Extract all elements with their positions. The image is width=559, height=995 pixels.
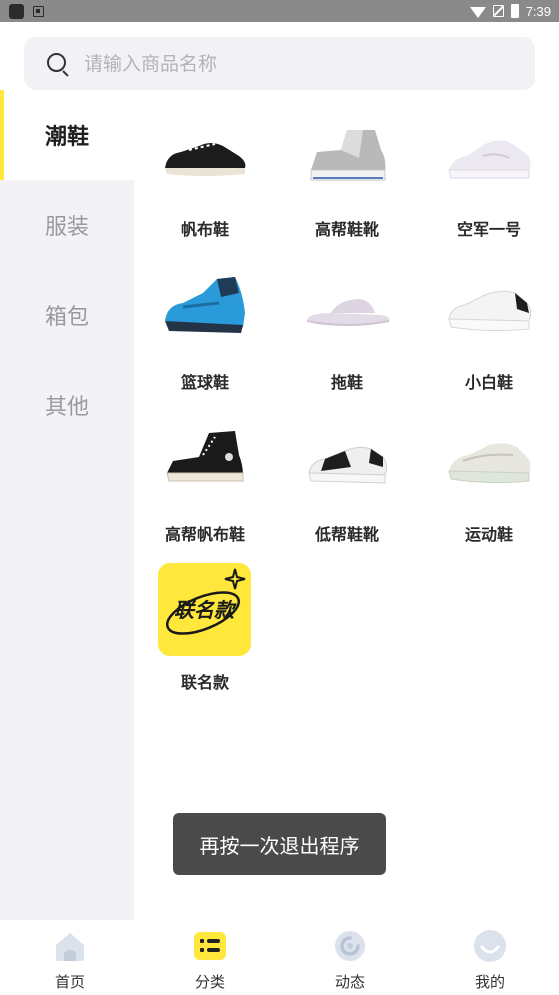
sidebar-item-label: 箱包 [44,305,89,330]
active-indicator [0,90,4,180]
product-white-sneakers[interactable]: 小白鞋 [418,263,558,403]
high-top-canvas-icon [166,431,244,482]
product-label: 低帮鞋靴 [314,525,379,544]
product-collab[interactable]: 联名款 联名款 [134,563,274,703]
app-notification-icon [9,4,24,19]
nav-label: 动态 [334,973,365,991]
keyboard-notification-icon [33,6,44,17]
white-sneaker-icon [448,290,532,332]
running-shoe-icon [448,443,531,484]
nav-category[interactable]: 分类 [140,920,280,995]
sidebar-item-clothing[interactable]: 服装 [0,180,134,270]
product-label: 高帮帆布鞋 [164,525,245,544]
no-sim-icon [492,5,504,17]
product-slippers[interactable]: 拖鞋 [276,263,416,403]
sidebar-item-bags[interactable]: 箱包 [0,270,134,360]
category-icon [194,932,226,960]
search-input[interactable] [84,52,484,75]
status-time: 7:39 [525,3,551,19]
air-force-one-icon [448,140,531,179]
status-indicators: 7:39 [469,0,551,22]
nav-label: 首页 [54,973,85,991]
product-high-top-sneakers[interactable]: 高帮鞋靴 [276,110,416,250]
sidebar-item-label: 服装 [44,215,89,240]
collab-logo-text: 联名款 [174,598,237,622]
battery-icon [510,4,519,18]
product-label: 拖鞋 [330,373,363,392]
product-canvas-shoes[interactable]: 帆布鞋 [134,110,274,250]
product-label: 高帮鞋靴 [314,220,379,239]
product-label: 篮球鞋 [180,373,229,392]
status-bar: 7:39 [0,0,559,22]
search-icon [46,52,70,77]
feed-icon [335,931,365,961]
low-top-sneaker-icon [308,446,388,484]
category-sidebar: 潮鞋 服装 箱包 其他 [0,90,134,920]
product-basketball-shoes[interactable]: 篮球鞋 [134,263,274,403]
wifi-icon [469,6,486,18]
bottom-nav: 首页 分类 动态 我的 [0,920,559,995]
exit-toast: 再按一次退出程序 [173,813,386,875]
product-air-force-one[interactable]: 空军一号 [418,110,558,250]
sidebar-item-label: 其他 [44,395,89,420]
high-top-sneaker-icon [310,130,386,181]
nav-label: 我的 [474,973,505,991]
slipper-icon [306,299,390,326]
collab-logo: 联名款 [158,563,251,656]
nav-feed[interactable]: 动态 [280,920,420,995]
product-label: 运动鞋 [464,525,513,544]
product-label: 空军一号 [456,220,521,239]
sidebar-item-label: 潮鞋 [44,125,89,150]
nav-profile[interactable]: 我的 [420,920,559,995]
product-running-shoes[interactable]: 运动鞋 [418,415,558,555]
nav-label: 分类 [194,973,225,991]
profile-icon [474,930,506,962]
nav-home[interactable]: 首页 [0,920,140,995]
sidebar-item-other[interactable]: 其他 [0,360,134,450]
home-icon [56,933,84,961]
product-label: 联名款 [180,673,229,692]
search-bar[interactable] [24,37,535,90]
product-label: 帆布鞋 [180,220,229,239]
sidebar-item-trendy-shoes[interactable]: 潮鞋 [0,90,134,180]
product-label: 小白鞋 [464,373,513,392]
product-high-top-canvas[interactable]: 高帮帆布鞋 [134,415,274,555]
collab-logo-graphic: 联名款 [166,568,246,635]
product-low-top-sneakers[interactable]: 低帮鞋靴 [276,415,416,555]
canvas-shoe-icon [165,143,246,176]
basketball-shoe-icon [165,277,245,333]
